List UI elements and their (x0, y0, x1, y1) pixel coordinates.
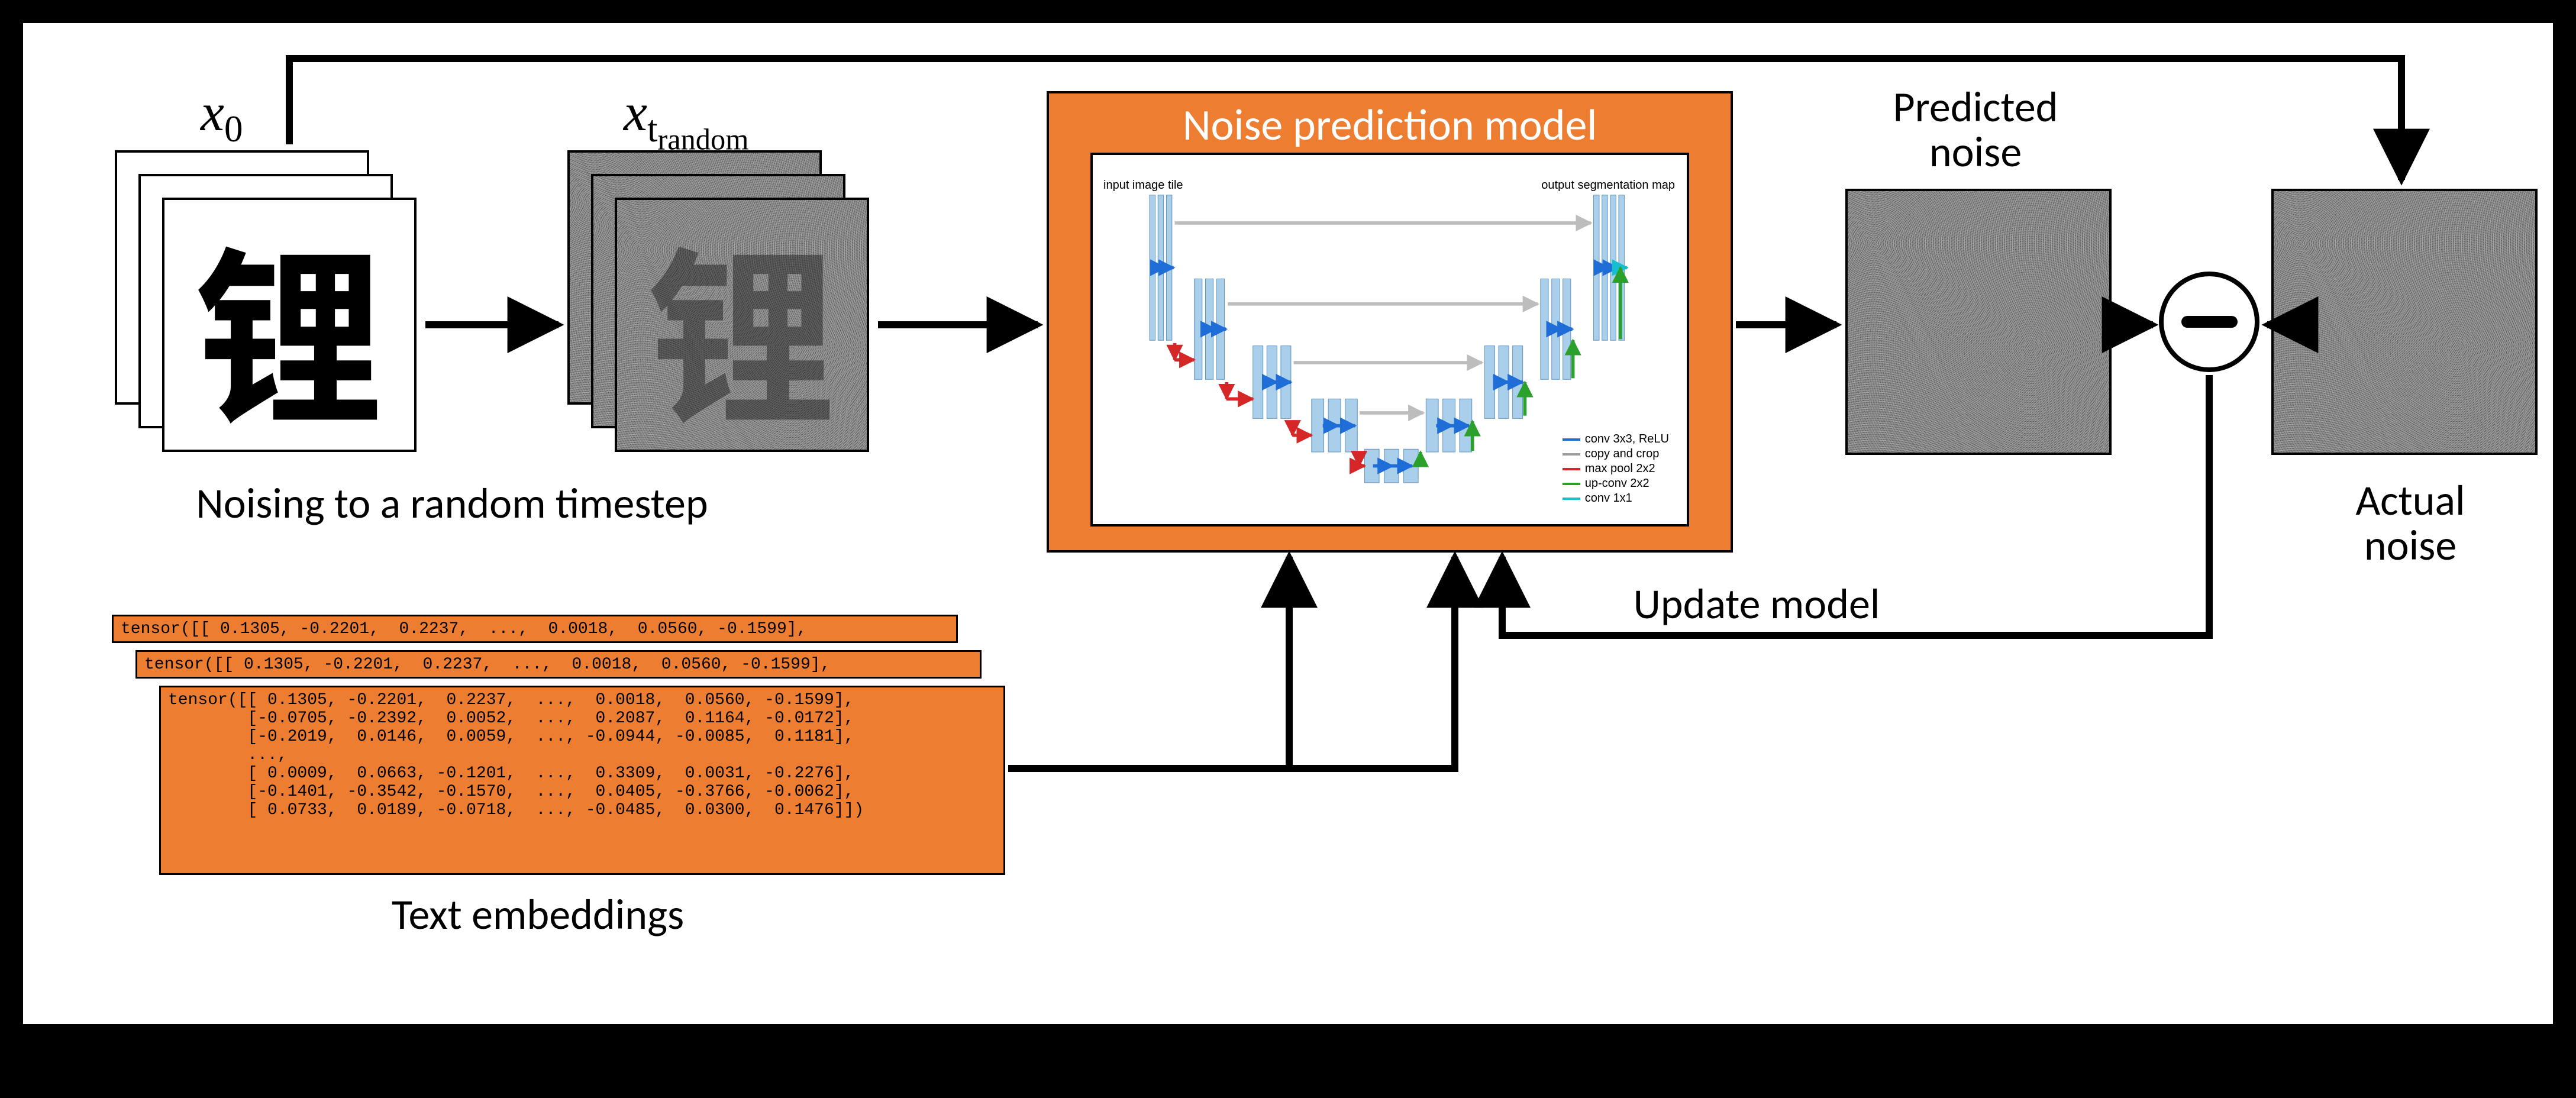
label-actual: Actual noise (2271, 479, 2549, 568)
unet-legend: conv 3x3, ReLUcopy and cropmax pool 2x2u… (1563, 431, 1669, 506)
legend-row: copy and crop (1563, 447, 1669, 461)
unet-input-label: input image tile (1103, 179, 1183, 192)
legend-row: up-conv 2x2 (1563, 477, 1669, 490)
label-text-emb: Text embeddings (242, 893, 834, 938)
legend-row: max pool 2x2 (1563, 462, 1669, 476)
model-title: Noise prediction model (1049, 98, 1731, 151)
legend-row: conv 3x3, ReLU (1563, 432, 1669, 446)
glyph-x0: 锂 (164, 200, 414, 450)
model-inner: conv 3x3, ReLUcopy and cropmax pool 2x2u… (1090, 153, 1689, 527)
label-noising: Noising to a random timestep (88, 482, 816, 527)
legend-row: conv 1x1 (1563, 492, 1669, 505)
label-predicted: Predicted noise (1836, 85, 2115, 175)
label-update: Update model (1550, 582, 1964, 627)
label-xt: xtrandom (624, 82, 748, 157)
unet-output-label: output segmentation map (1541, 179, 1675, 192)
diagram-frame: x0 锂 xtrandom 锂 Noising to a random time… (21, 21, 2555, 1026)
model-block: Noise prediction model (1047, 91, 1733, 553)
label-x0: x0 (201, 82, 243, 151)
glyph-xt: 锂 (617, 200, 867, 450)
minus-node (2159, 272, 2259, 372)
